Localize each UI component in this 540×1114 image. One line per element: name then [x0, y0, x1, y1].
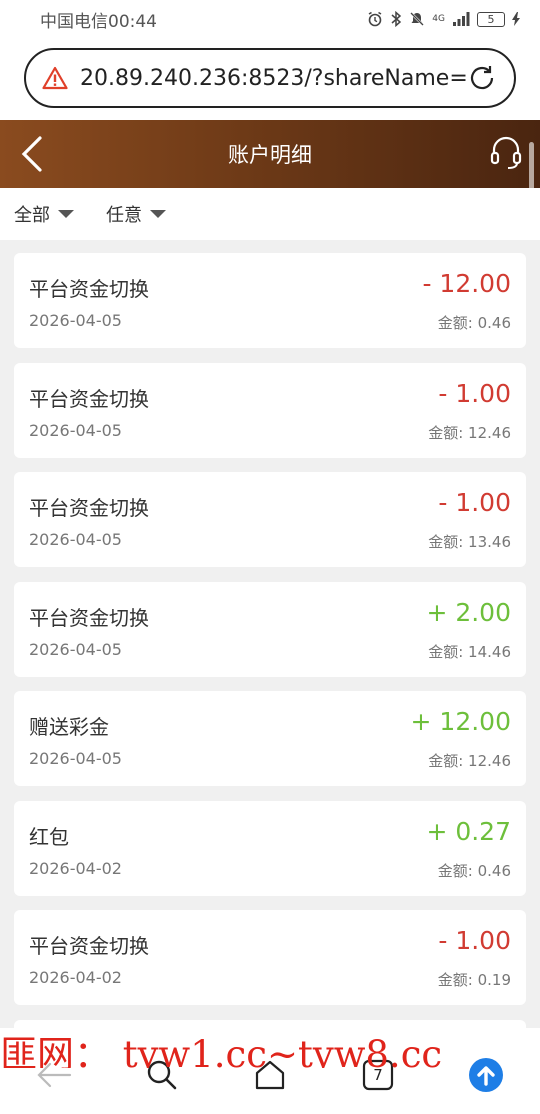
transaction-name: 平台资金切换 [29, 386, 149, 411]
transaction-amount: - 1.00 [438, 926, 511, 955]
transaction-amount: - 1.00 [438, 488, 511, 517]
charging-icon [512, 12, 520, 26]
back-arrow-icon[interactable] [16, 134, 52, 174]
page-title: 账户明细 [228, 143, 312, 167]
transaction-name: 平台资金切换 [29, 496, 149, 520]
transaction-card[interactable]: 平台资金切换 2026-04-02 - 1.00 金额: 0.19 [14, 910, 526, 1005]
transaction-name: 平台资金切换 [29, 605, 149, 630]
filter-type-dropdown[interactable]: 全部 [14, 201, 74, 227]
app-header: 账户明细 [0, 120, 540, 188]
transaction-name: 赠送彩金 [29, 715, 109, 739]
chevron-down-icon [58, 210, 74, 218]
battery-icon: 5 [477, 11, 505, 27]
chevron-down-icon [150, 210, 166, 218]
transaction-name: 平台资金切换 [29, 934, 149, 958]
transaction-balance: 金额: 0.19 [437, 971, 511, 989]
filter-time-dropdown[interactable]: 任意 [106, 201, 166, 227]
network-type: 4G [432, 13, 445, 24]
transaction-amount: - 12.00 [422, 269, 511, 298]
transaction-date: 2026-04-05 [29, 420, 122, 440]
transaction-card[interactable]: 红包 2026-04-02 + 0.27 金额: 0.46 [14, 800, 526, 896]
transaction-list: 平台资金切换 2026-04-05 - 12.00 金额: 0.46 平台资金切… [14, 253, 526, 1114]
transaction-name: 红包 [29, 824, 69, 849]
transaction-date: 2026-04-05 [29, 311, 122, 330]
headset-icon[interactable] [490, 136, 522, 172]
status-icons: 4G 5 [367, 11, 520, 27]
transaction-date: 2026-04-02 [29, 858, 122, 878]
carrier-time: 中国电信00:44 [40, 11, 157, 32]
transaction-amount: - 1.00 [438, 378, 511, 408]
transaction-card[interactable]: 平台资金切换 2026-04-05 - 12.00 金额: 0.46 [14, 253, 526, 348]
url-text[interactable]: 20.89.240.236:8523/?shareName= [80, 66, 466, 91]
transaction-date: 2026-04-05 [29, 530, 122, 549]
mute-icon [410, 12, 425, 26]
url-bar[interactable]: 20.89.240.236:8523/?shareName= [24, 48, 516, 108]
transaction-balance: 金额: 12.46 [428, 423, 511, 442]
transaction-card[interactable]: 赠送彩金 2026-04-05 + 12.00 金额: 12.46 [14, 691, 526, 786]
transaction-balance: 金额: 14.46 [428, 642, 511, 661]
transaction-amount: + 0.27 [426, 816, 511, 846]
battery-level: 5 [487, 12, 495, 26]
warning-icon[interactable] [42, 66, 68, 90]
filter-time-label: 任意 [106, 205, 142, 226]
alarm-icon [368, 11, 382, 27]
transaction-date: 2026-04-02 [29, 968, 122, 987]
transaction-balance: 金额: 12.46 [428, 752, 511, 770]
browser-toolbar: 20.89.240.236:8523/?shareName= [0, 38, 540, 120]
transaction-amount: + 12.00 [410, 707, 511, 736]
transaction-card[interactable]: 平台资金切换 2026-04-05 - 1.00 金额: 12.46 [14, 362, 526, 458]
watermark-text: 匪网： tyw1.cc~tyw8.cc [0, 1033, 443, 1068]
transaction-name: 平台资金切换 [29, 277, 149, 301]
transaction-card[interactable]: 平台资金切换 2026-04-05 - 1.00 金额: 13.46 [14, 472, 526, 567]
filter-bar: 全部 任意 [0, 188, 540, 240]
reload-icon[interactable] [466, 62, 498, 94]
transaction-card[interactable]: 平台资金切换 2026-04-05 + 2.00 金额: 14.46 [14, 581, 526, 677]
transaction-amount: + 2.00 [426, 597, 511, 627]
signal-icon [453, 12, 470, 26]
transaction-date: 2026-04-05 [29, 749, 122, 768]
bluetooth-icon [391, 11, 402, 27]
tabs-count: 7 [373, 1066, 383, 1084]
transaction-date: 2026-04-05 [29, 639, 122, 659]
transaction-balance: 金额: 13.46 [428, 533, 511, 551]
transaction-balance: 金额: 0.46 [437, 861, 511, 880]
status-bar: 中国电信00:44 4G 5 [0, 0, 540, 38]
filter-type-label: 全部 [14, 205, 50, 226]
transaction-balance: 金额: 0.46 [437, 314, 511, 332]
